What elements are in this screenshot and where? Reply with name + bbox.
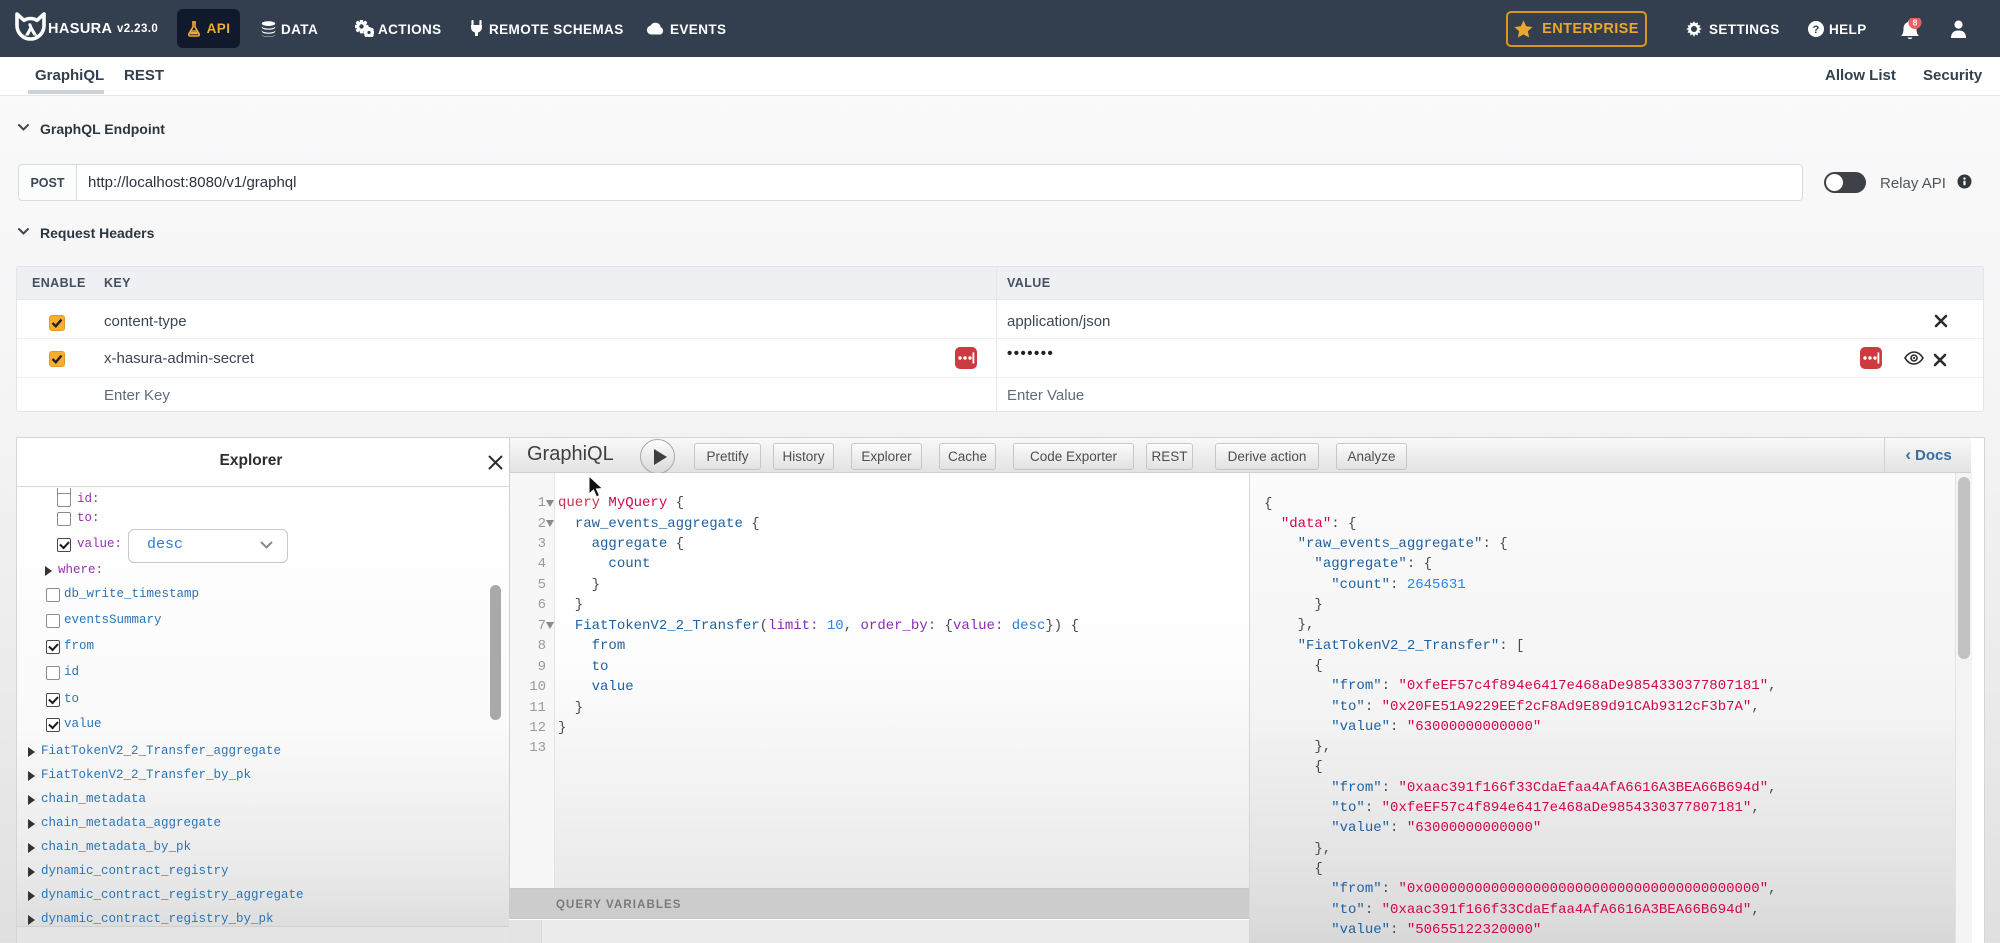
svg-text:8: 8 <box>1913 18 1918 28</box>
svg-text:?: ? <box>1813 24 1820 36</box>
